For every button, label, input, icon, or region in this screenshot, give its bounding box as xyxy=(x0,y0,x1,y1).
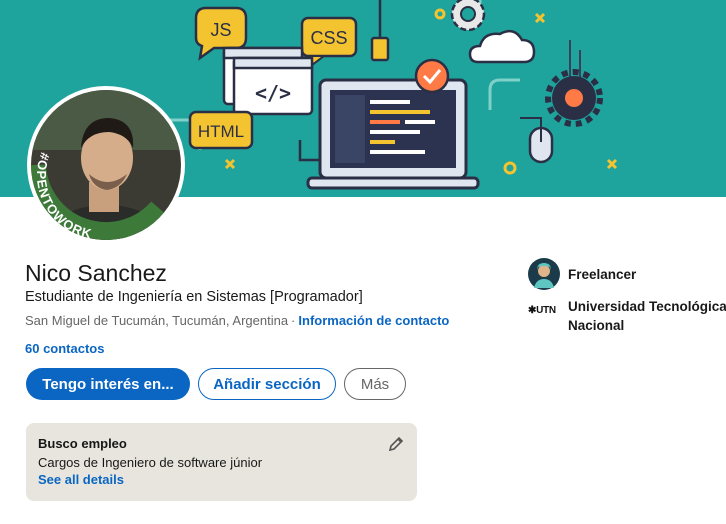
profile-headline: Estudiante de Ingeniería en Sistemas [Pr… xyxy=(25,289,363,305)
mouse-icon xyxy=(520,117,554,164)
avatar: #OPENTOWORK xyxy=(31,90,181,240)
open-to-button[interactable]: Tengo interés en... xyxy=(26,368,190,400)
open-to-work-title: Busco empleo xyxy=(38,436,127,451)
profile-name: Nico Sanchez xyxy=(25,260,167,286)
company-name: Freelancer xyxy=(568,266,637,282)
svg-text:JS: JS xyxy=(210,20,231,40)
open-to-work-card: Busco empleo Cargos de Ingeniero de soft… xyxy=(26,423,417,501)
freelancer-avatar-icon xyxy=(528,258,560,290)
svg-text:</>: </> xyxy=(255,81,291,105)
code-window-icon: </> xyxy=(222,46,314,116)
gear-right-icon xyxy=(545,69,603,127)
gear-icon xyxy=(450,0,486,32)
see-all-details-link[interactable]: See all details xyxy=(38,472,405,487)
education[interactable]: ✱UTN Universidad Tecnológica Nacional xyxy=(528,297,726,335)
profile-card: JS CSS </> HTML #OPENTOWORK Nico Sanchez… xyxy=(0,0,726,524)
pencil-icon[interactable] xyxy=(388,436,404,452)
html-badge: HTML xyxy=(188,110,254,150)
check-icon xyxy=(414,58,450,94)
add-section-button[interactable]: Añadir sección xyxy=(198,368,336,400)
university-name: Universidad Tecnológica Nacional xyxy=(568,299,726,333)
separator: · xyxy=(291,313,296,328)
svg-text:CSS: CSS xyxy=(310,28,347,48)
more-button[interactable]: Más xyxy=(344,368,406,400)
profile-photo[interactable]: #OPENTOWORK xyxy=(27,86,185,244)
open-to-work-description: Cargos de Ingeniero de software júnior xyxy=(38,455,263,470)
utn-logo: ✱UTN xyxy=(528,305,556,316)
connections-link[interactable]: 60 contactos xyxy=(25,341,104,356)
profile-location: San Miguel de Tucumán, Tucumán, Argentin… xyxy=(25,313,449,328)
current-company[interactable]: Freelancer xyxy=(528,258,636,290)
cloud-icon xyxy=(468,29,536,64)
laptop-icon xyxy=(306,78,480,190)
location-text: San Miguel de Tucumán, Tucumán, Argentin… xyxy=(25,313,289,328)
svg-text:HTML: HTML xyxy=(198,122,244,141)
contact-info-link[interactable]: Información de contacto xyxy=(298,313,449,328)
